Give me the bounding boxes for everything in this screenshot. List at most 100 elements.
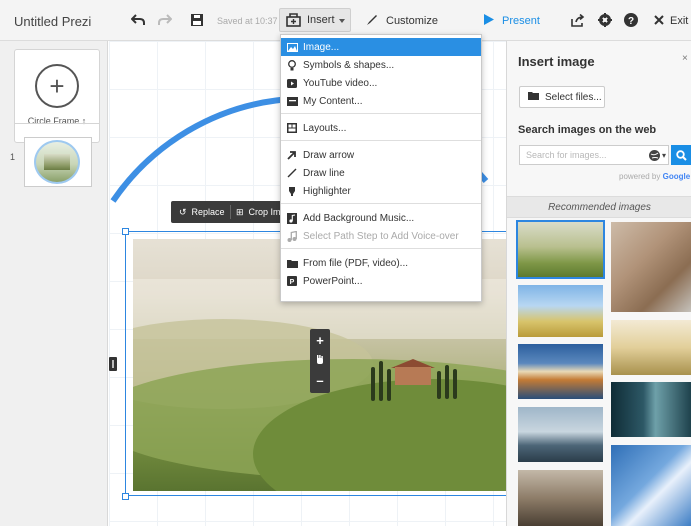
menu-item-music-note: Select Path Step to Add Voice-over [281, 227, 481, 245]
zoom-in-button[interactable]: + [310, 330, 330, 350]
menu-divider [281, 203, 481, 204]
resize-handle-top-left[interactable] [122, 228, 129, 235]
undo-icon[interactable] [129, 11, 147, 29]
replace-icon: ↺ [179, 206, 187, 217]
insert-button[interactable]: Insert [279, 8, 351, 32]
exit-label: Exit [670, 15, 689, 27]
slide-thumbnail-frame [34, 140, 80, 184]
recommended-image-wheat-field[interactable] [518, 285, 603, 337]
menu-item-arrow[interactable]: Draw arrow [281, 146, 481, 164]
gear-icon[interactable] [596, 11, 614, 29]
menu-item-bulb[interactable]: Symbols & shapes... [281, 56, 481, 74]
recommended-image-boat[interactable] [518, 470, 603, 526]
chevron-down-icon [339, 19, 345, 23]
image-search-input[interactable] [519, 145, 669, 165]
license-filter-dropdown[interactable]: ▾ [649, 148, 669, 162]
grip-lines [112, 360, 114, 368]
zoom-out-button[interactable]: – [310, 370, 330, 390]
customize-button[interactable]: Customize [366, 12, 438, 30]
search-button[interactable] [671, 145, 691, 165]
presentation-title[interactable]: Untitled Prezi [14, 14, 91, 29]
menu-item-label: Image... [303, 41, 340, 53]
layout-icon [281, 123, 303, 133]
insert-icon [286, 13, 301, 30]
menu-item-highlighter[interactable]: Highlighter [281, 182, 481, 200]
bulb-icon [281, 59, 303, 71]
present-button[interactable]: Present [484, 12, 540, 30]
redo-icon[interactable] [156, 11, 174, 29]
pan-hand-button[interactable] [310, 350, 330, 370]
resize-handle-bottom-left[interactable] [122, 493, 129, 500]
menu-item-label: Highlighter [303, 185, 351, 197]
panel-close-button[interactable]: × [682, 53, 688, 64]
help-icon[interactable]: ? [622, 11, 640, 29]
menu-item-label: Draw arrow [303, 149, 355, 161]
side-resize-grip[interactable] [109, 357, 117, 371]
recommended-image-forest[interactable] [611, 382, 691, 437]
music-file-icon [281, 212, 303, 224]
recommended-image-house-blueprint[interactable] [611, 445, 691, 526]
image-house [395, 367, 431, 385]
play-icon [281, 78, 303, 88]
menu-item-label: PowerPoint... [303, 275, 363, 287]
recommended-image-climber[interactable] [611, 222, 691, 312]
menu-item-music-file[interactable]: Add Background Music... [281, 209, 481, 227]
slide-thumbnail-image [44, 154, 70, 170]
crop-image-button[interactable]: ⊞ Crop Im [236, 201, 281, 223]
recommended-header: Recommended images [507, 196, 691, 218]
play-icon [484, 14, 494, 28]
frame-type-selector[interactable]: Circle Frame ↕ [15, 116, 99, 126]
globe-icon [649, 149, 660, 161]
menu-item-file-folder[interactable]: From file (PDF, video)... [281, 254, 481, 272]
close-icon [654, 14, 664, 28]
menu-item-layout[interactable]: Layouts... [281, 119, 481, 137]
menu-item-folder[interactable]: My Content... [281, 92, 481, 110]
search-section-title: Search images on the web [518, 124, 657, 136]
recommended-image-flag-field[interactable] [611, 320, 691, 375]
menu-item-label: YouTube video... [303, 77, 378, 89]
menu-item-label: From file (PDF, video)... [303, 257, 409, 269]
saved-status: Saved at 10:37 [217, 16, 278, 26]
zoom-controls: + – [310, 329, 330, 393]
menu-item-label: Symbols & shapes... [303, 59, 395, 71]
save-icon[interactable] [188, 11, 206, 29]
recommended-label: Recommended images [548, 202, 651, 213]
menu-item-label: Layouts... [303, 122, 347, 134]
powered-by-label: powered by [619, 172, 661, 181]
recommended-image-ship[interactable] [518, 407, 603, 462]
svg-text:?: ? [628, 16, 634, 27]
exit-button[interactable]: Exit [654, 12, 688, 30]
menu-item-play[interactable]: YouTube video... [281, 74, 481, 92]
select-files-label: Select files... [545, 91, 602, 103]
recommended-image-mountain-lake[interactable] [518, 344, 603, 399]
recommended-image-tuscany[interactable] [516, 220, 605, 279]
toolbar-divider [230, 205, 231, 219]
menu-item-image[interactable]: Image... [281, 38, 481, 56]
image-cypress-tree [379, 361, 383, 401]
share-icon[interactable] [569, 11, 587, 29]
select-files-button[interactable]: Select files... [519, 86, 605, 108]
file-folder-icon [281, 259, 303, 268]
slide-thumbnail[interactable] [24, 137, 92, 187]
add-frame-button[interactable]: + Circle Frame ↕ [14, 49, 100, 143]
image-icon [281, 42, 303, 52]
sidebar-divider [14, 123, 100, 124]
replace-image-button[interactable]: ↺ Replace [179, 201, 225, 223]
customize-label: Customize [386, 15, 438, 27]
menu-divider [281, 140, 481, 141]
insert-image-panel: Insert image × Select files... Search im… [506, 41, 691, 526]
powerpoint-icon: P [281, 276, 303, 286]
insert-dropdown-menu: Image... Symbols & shapes... YouTube video… [280, 34, 482, 302]
menu-divider [281, 248, 481, 249]
menu-item-label: Add Background Music... [303, 212, 415, 224]
replace-label: Replace [191, 207, 225, 217]
folder-icon [281, 96, 303, 106]
line-icon [281, 168, 303, 178]
menu-item-powerpoint[interactable]: P PowerPoint... [281, 272, 481, 290]
powered-by-google: powered by Google [619, 172, 690, 181]
updown-arrows-icon: ↕ [81, 116, 87, 126]
menu-item-label: Draw line [303, 167, 345, 179]
menu-item-line[interactable]: Draw line [281, 164, 481, 182]
image-cypress-tree [445, 365, 449, 399]
menu-item-label: Select Path Step to Add Voice-over [303, 230, 459, 242]
